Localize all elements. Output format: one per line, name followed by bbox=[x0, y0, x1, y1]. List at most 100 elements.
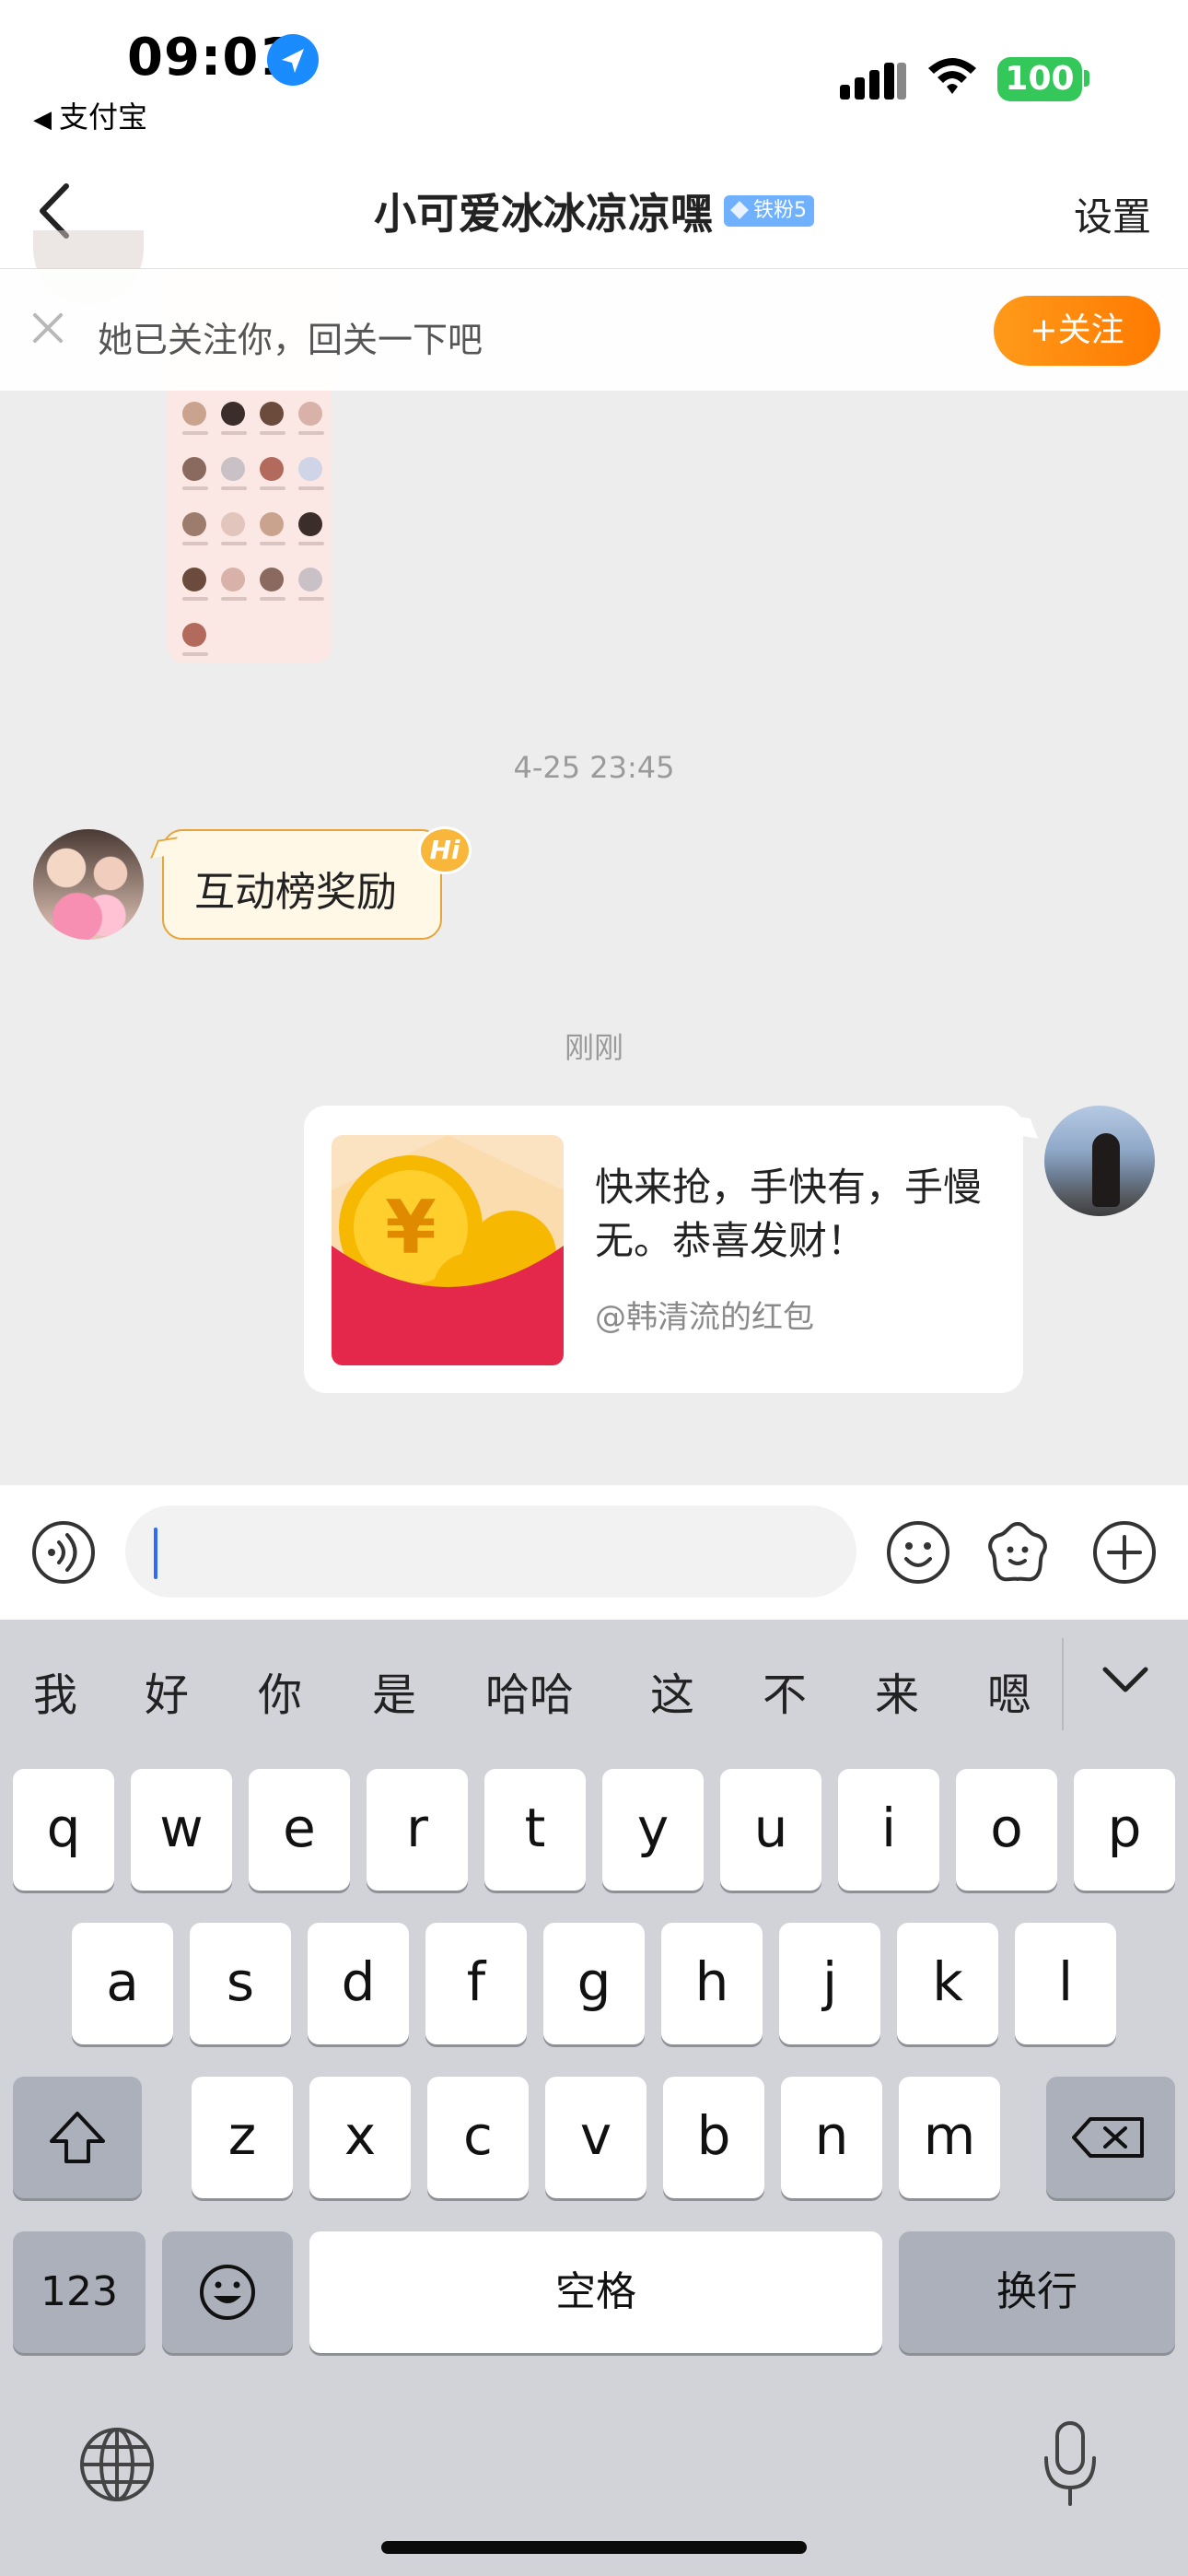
key-k[interactable]: k bbox=[897, 1923, 998, 2044]
numbers-key[interactable]: 123 bbox=[13, 2231, 146, 2353]
battery-icon: 100 bbox=[997, 57, 1082, 101]
thumbnail-avatar bbox=[182, 623, 206, 647]
thumbnail-avatar bbox=[298, 457, 322, 481]
wifi-icon bbox=[925, 53, 980, 98]
avatar[interactable] bbox=[1044, 1106, 1155, 1216]
key-o[interactable]: o bbox=[956, 1769, 1057, 1891]
thumbnail-label bbox=[182, 597, 208, 601]
thumbnail-avatar bbox=[221, 457, 245, 481]
timestamp: 4-25 23:45 bbox=[513, 750, 675, 785]
thumbnail-label bbox=[260, 431, 285, 435]
thumbnail-avatar bbox=[260, 402, 284, 426]
thumbnail-label bbox=[182, 542, 208, 545]
key-d[interactable]: d bbox=[308, 1923, 409, 2044]
thumbnail-label bbox=[260, 597, 285, 601]
emoji-key-icon bbox=[200, 2265, 255, 2320]
sticker-icon[interactable] bbox=[984, 1518, 1052, 1587]
shift-key[interactable] bbox=[13, 2077, 142, 2198]
thumbnail-avatar bbox=[260, 568, 284, 591]
thumbnail-avatar bbox=[182, 568, 206, 591]
collapse-chevron-icon[interactable] bbox=[1100, 1662, 1151, 1699]
back-triangle-icon: ◀ bbox=[33, 106, 52, 134]
key-c[interactable]: c bbox=[427, 2077, 529, 2198]
key-j[interactable]: j bbox=[779, 1923, 880, 2044]
thumbnail-avatar bbox=[182, 512, 206, 536]
suggestion-item[interactable]: 不 bbox=[763, 1658, 807, 1723]
key-w[interactable]: w bbox=[131, 1769, 232, 1891]
follow-banner-text: 她已关注你，回关一下吧 bbox=[98, 320, 483, 360]
timestamp: 刚刚 bbox=[564, 1030, 623, 1065]
thumbnail-label bbox=[260, 542, 285, 545]
globe-icon[interactable] bbox=[76, 2423, 158, 2506]
location-arrow-icon bbox=[267, 34, 319, 86]
return-key[interactable]: 换行 bbox=[899, 2231, 1175, 2353]
red-packet-text: 快来抢，手快有，手慢无。恭喜发财！ bbox=[595, 1165, 983, 1263]
thumbnail-avatar bbox=[298, 402, 322, 426]
key-t[interactable]: t bbox=[484, 1769, 586, 1891]
key-m[interactable]: m bbox=[899, 2077, 1000, 2198]
key-v[interactable]: v bbox=[545, 2077, 646, 2198]
key-e[interactable]: e bbox=[249, 1769, 350, 1891]
close-icon[interactable] bbox=[28, 308, 68, 348]
shift-icon bbox=[50, 2112, 105, 2163]
diamond-icon bbox=[730, 201, 749, 219]
key-x[interactable]: x bbox=[309, 2077, 411, 2198]
back-app-label: 支付宝 bbox=[59, 100, 148, 135]
key-f[interactable]: f bbox=[425, 1923, 527, 2044]
thumbnail-avatar bbox=[182, 457, 206, 481]
key-a[interactable]: a bbox=[72, 1923, 173, 2044]
thumbnail-avatar bbox=[260, 457, 284, 481]
message-input[interactable] bbox=[125, 1505, 856, 1598]
avatar[interactable] bbox=[33, 829, 144, 940]
key-h[interactable]: h bbox=[661, 1923, 763, 2044]
key-s[interactable]: s bbox=[190, 1923, 291, 2044]
nav-title-area: 小可爱冰冰凉凉嘿 铁粉5 bbox=[0, 181, 1188, 241]
back-to-app-link[interactable]: ◀ 支付宝 bbox=[33, 94, 147, 136]
voice-icon[interactable] bbox=[31, 1520, 96, 1585]
settings-button[interactable]: 设置 bbox=[1074, 186, 1151, 242]
thumbnail-label bbox=[182, 431, 208, 435]
key-z[interactable]: z bbox=[192, 2077, 293, 2198]
key-q[interactable]: q bbox=[13, 1769, 114, 1891]
key-l[interactable]: l bbox=[1015, 1923, 1116, 2044]
key-y[interactable]: y bbox=[602, 1769, 704, 1891]
thumbnail-label bbox=[298, 542, 324, 545]
signal-icon bbox=[840, 59, 906, 100]
thumbnail-avatar bbox=[298, 512, 322, 536]
red-packet-sender: @韩清流的红包 bbox=[595, 1299, 814, 1336]
suggestion-item[interactable]: 嗯 bbox=[987, 1658, 1031, 1723]
mic-icon[interactable] bbox=[1035, 2418, 1105, 2510]
suggestion-item[interactable]: 这 bbox=[650, 1658, 694, 1723]
thumbnail-avatar bbox=[298, 568, 322, 591]
key-b[interactable]: b bbox=[663, 2077, 764, 2198]
thumbnail-label bbox=[182, 486, 208, 490]
thumbnail-avatar bbox=[221, 402, 245, 426]
red-packet-icon: ¥ bbox=[332, 1135, 564, 1365]
suggestion-item[interactable]: 哈哈 bbox=[485, 1658, 574, 1723]
suggestion-item[interactable]: 好 bbox=[145, 1658, 189, 1723]
thumbnail-label bbox=[221, 597, 247, 601]
key-r[interactable]: r bbox=[367, 1769, 468, 1891]
thumbnail-label bbox=[221, 542, 247, 545]
thumbnail-avatar bbox=[182, 402, 206, 426]
key-n[interactable]: n bbox=[781, 2077, 882, 2198]
suggestion-item[interactable]: 我 bbox=[33, 1658, 77, 1723]
suggestion-item[interactable]: 是 bbox=[372, 1658, 416, 1723]
emoji-icon[interactable] bbox=[886, 1520, 950, 1585]
key-g[interactable]: g bbox=[543, 1923, 645, 2044]
plus-icon[interactable] bbox=[1092, 1520, 1157, 1585]
thumbnail-label bbox=[221, 431, 247, 435]
suggestion-item[interactable]: 你 bbox=[258, 1658, 302, 1723]
thumbnail-avatar bbox=[260, 512, 284, 536]
delete-key[interactable] bbox=[1046, 2077, 1175, 2198]
suggestion-item[interactable]: 来 bbox=[875, 1658, 919, 1723]
emoji-key[interactable] bbox=[162, 2231, 293, 2353]
hi-tag-icon: Hi bbox=[418, 826, 472, 874]
key-i[interactable]: i bbox=[838, 1769, 939, 1891]
svg-text:¥: ¥ bbox=[385, 1185, 437, 1270]
thumbnail-label bbox=[221, 486, 247, 490]
space-key[interactable]: 空格 bbox=[309, 2231, 882, 2353]
key-p[interactable]: p bbox=[1074, 1769, 1175, 1891]
key-u[interactable]: u bbox=[720, 1769, 821, 1891]
follow-button[interactable]: +关注 bbox=[994, 296, 1160, 366]
